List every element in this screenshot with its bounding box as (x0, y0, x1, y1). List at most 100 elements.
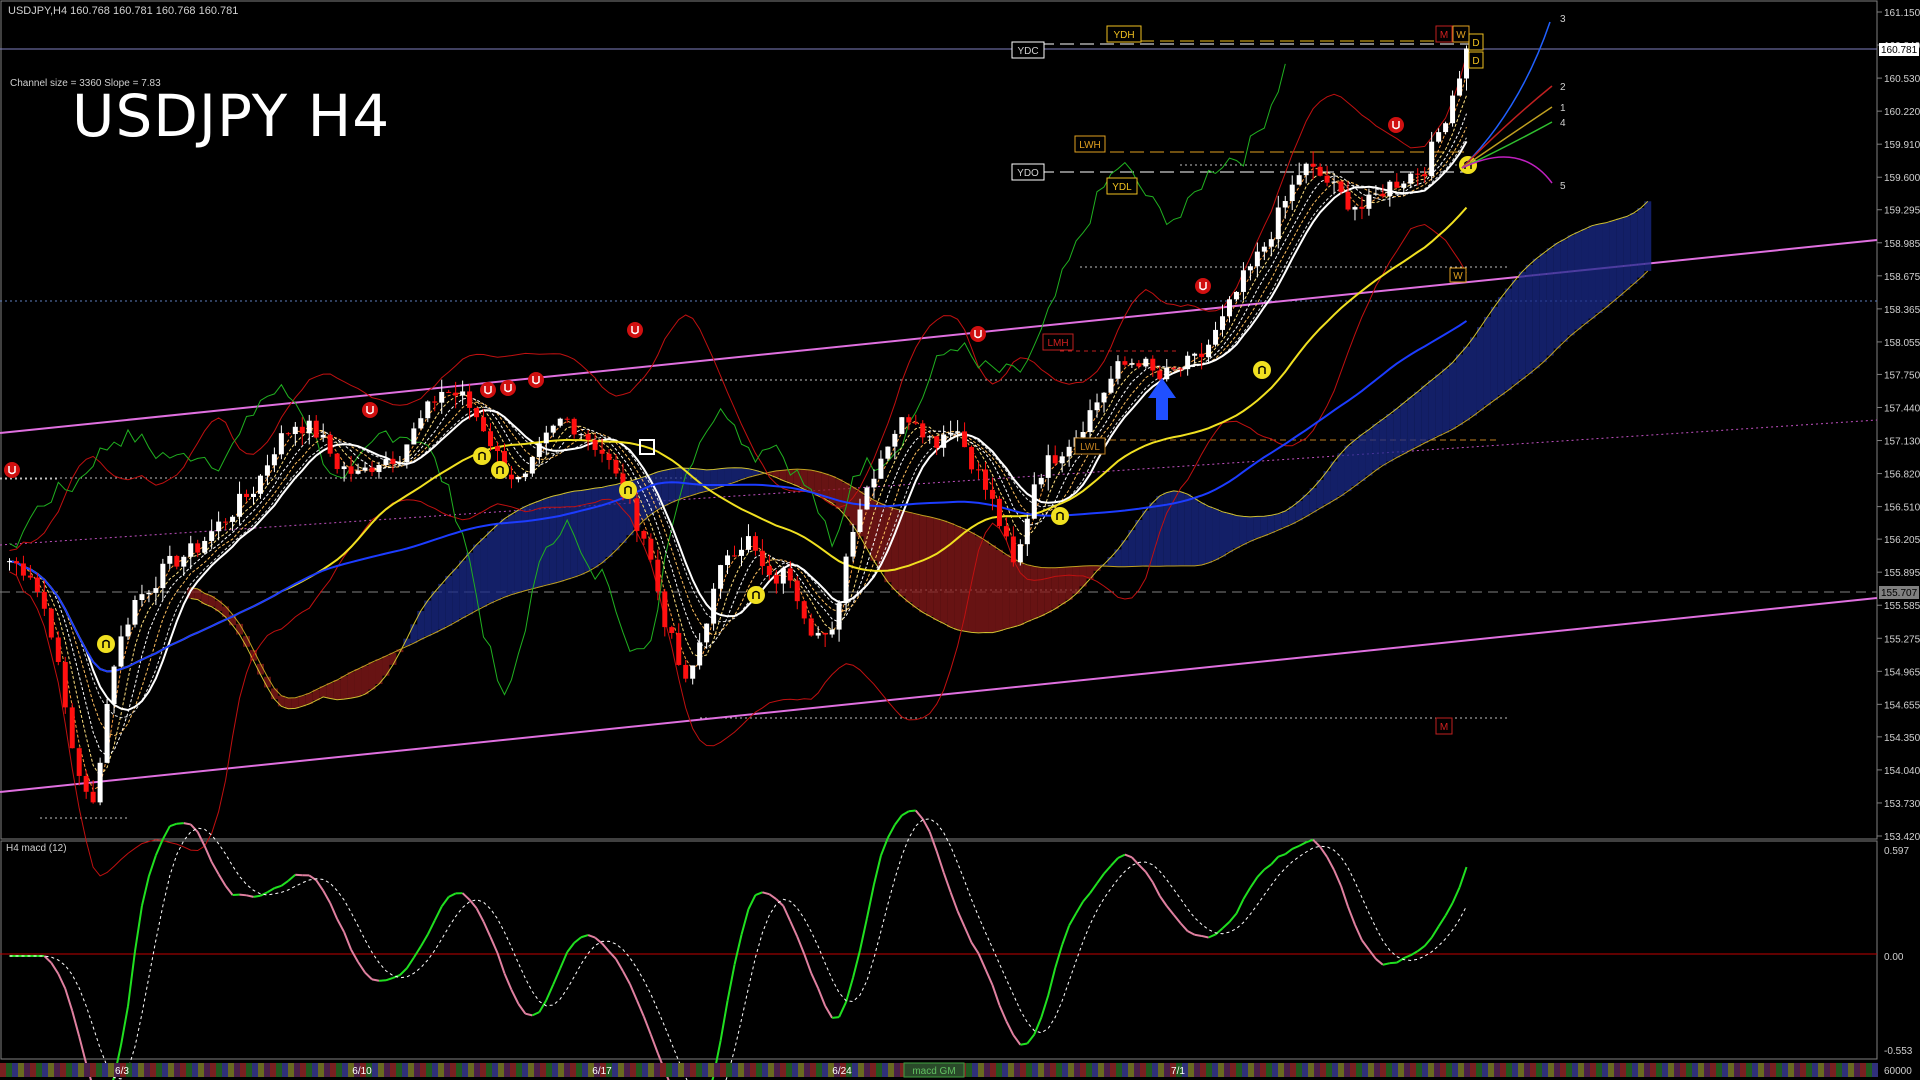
macd-down-segment (1179, 922, 1189, 932)
date-strip-cell (1746, 1063, 1752, 1077)
date-strip-cell (750, 1063, 756, 1077)
macd-up-segment (280, 879, 289, 887)
cloud-segment (480, 538, 488, 607)
bear-candle (641, 530, 647, 539)
date-strip-cell (204, 1063, 210, 1077)
date-strip-cell (180, 1063, 186, 1077)
date-strip-cell (78, 1063, 84, 1077)
date-strip-cell (732, 1063, 738, 1077)
bull-candle (404, 444, 410, 463)
bull-candle (1331, 181, 1337, 183)
date-strip-cell (1440, 1063, 1446, 1077)
date-strip-cell (1806, 1063, 1812, 1077)
macd-up-segment (1208, 933, 1216, 939)
macd-up-segment (719, 1000, 729, 1041)
macd-down-segment (914, 809, 924, 820)
bull-candle (850, 531, 856, 557)
macd-up-segment (385, 976, 394, 982)
bear-candle (752, 536, 758, 551)
bull-candle (216, 521, 222, 532)
date-strip-cell (1548, 1063, 1554, 1077)
bull-candle (181, 556, 187, 567)
macd-up-segment (838, 1001, 847, 1018)
cloud-segment (1379, 419, 1387, 466)
date-strip-cell (624, 1063, 630, 1077)
macd-up-segment (1417, 945, 1426, 952)
price-tick-label: 159.910 (1884, 140, 1920, 151)
cloud-segment (947, 523, 955, 628)
date-strip-cell (1326, 1063, 1332, 1077)
date-strip-cell (1536, 1063, 1542, 1077)
macd-up-segment (747, 894, 757, 910)
cloud-segment (284, 698, 292, 709)
ma-mid (9, 206, 1468, 673)
svg-text:W: W (1453, 271, 1463, 282)
bear-candle (27, 575, 33, 578)
date-strip-cell (1026, 1063, 1032, 1077)
date-strip-cell (522, 1063, 528, 1077)
macd-up-segment (274, 884, 282, 890)
bear-candle (432, 401, 438, 403)
projection-4 (1461, 121, 1553, 169)
cloud-segment (1239, 516, 1247, 545)
date-strip-cell (450, 1063, 456, 1077)
bull-candle (941, 434, 947, 448)
macd-up-segment (266, 887, 275, 894)
bull-candle (125, 624, 131, 637)
bear-candle (334, 453, 340, 470)
macd-up-segment (147, 854, 157, 877)
macd-up-segment (169, 822, 178, 828)
macd-down-segment (364, 971, 373, 981)
cloud-segment (570, 491, 578, 578)
date-strip-cell (1656, 1063, 1662, 1077)
date-strip-cell (1860, 1063, 1866, 1077)
date-strip-cell (702, 1063, 708, 1077)
date-strip-cell (1512, 1063, 1518, 1077)
price-tick-label: 157.440 (1884, 403, 1920, 414)
cloud-segment (361, 665, 369, 695)
date-strip-cell (576, 1063, 582, 1077)
cloud-segment (277, 695, 285, 707)
bear-candle (1178, 368, 1184, 370)
date-strip-cell (1452, 1063, 1458, 1077)
macd-up-segment (859, 917, 868, 951)
bull-candle (864, 487, 870, 510)
date-strip-cell (324, 1063, 330, 1077)
fractal-high-marker (4, 462, 20, 478)
date-strip-cell (1296, 1063, 1302, 1077)
m-top-label: M (1435, 25, 1453, 43)
date-strip-cell (1848, 1063, 1854, 1077)
date-strip-cell (1086, 1063, 1092, 1077)
cloud-segment (668, 468, 676, 503)
macd-down-segment (762, 891, 770, 896)
date-strip-cell (1152, 1063, 1158, 1077)
date-strip-cell (1350, 1063, 1356, 1077)
macd-up-segment (1403, 954, 1412, 960)
date-strip-cell (852, 1063, 858, 1077)
svg-text:M: M (1440, 722, 1448, 733)
cloud-segment (298, 695, 306, 707)
date-tab[interactable]: macd GM (903, 1062, 965, 1078)
cloud-segment (1414, 391, 1422, 447)
date-axis: 6/3 6/10 6/17 6/24 7/1 macd GM (0, 1062, 1878, 1078)
bull-candle (690, 665, 696, 679)
macd-down-segment (1340, 885, 1349, 907)
price-chart[interactable]: YDC YDH YDO YDL LWH LWL LMH M W D D M W … (0, 0, 1920, 1080)
date-strip-cell (1266, 1063, 1272, 1077)
macd-up-segment (1089, 882, 1098, 894)
cloud-segment (270, 688, 278, 700)
bear-candle (285, 433, 291, 435)
date-strip-cell (1650, 1063, 1656, 1077)
bear-candle (683, 664, 689, 679)
ma-fan-line (9, 74, 1467, 791)
cloud-segment (738, 467, 745, 480)
cloud-segment (1476, 327, 1484, 411)
macd-down-segment (371, 978, 380, 982)
bear-candle (794, 580, 800, 602)
fractal-high-marker (1388, 117, 1404, 133)
date-strip-cell (150, 1063, 156, 1077)
date-strip-cell (990, 1063, 996, 1077)
bull-candle (878, 458, 884, 479)
date-strip-cell (864, 1063, 870, 1077)
lwh-label: LWH (1074, 135, 1106, 153)
